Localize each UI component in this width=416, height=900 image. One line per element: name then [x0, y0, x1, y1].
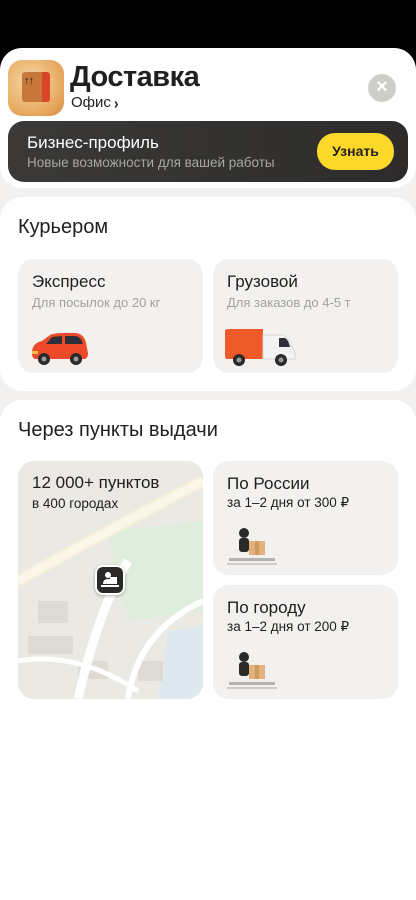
van-icon — [225, 329, 296, 366]
courier-section: Курьером Экспресс Для посылок до 20 кг Г… — [0, 197, 416, 391]
section-title-courier: Курьером — [18, 216, 109, 238]
page-title: Доставка — [70, 61, 200, 93]
option-title: По городу — [227, 598, 306, 617]
pickup-map-card[interactable]: 12 000+ пунктов в 400 городах — [18, 461, 203, 699]
option-title: Экспресс — [32, 272, 106, 291]
location-selector[interactable]: Офис › — [71, 93, 119, 112]
close-button[interactable]: × — [368, 74, 396, 102]
option-title: По России — [227, 474, 310, 493]
red-car-icon — [32, 333, 88, 365]
chevron-right-icon: › — [113, 93, 119, 112]
parcel-courier-icon — [227, 652, 277, 689]
banner-subtitle: Новые возможности для вашей работы — [27, 155, 275, 170]
option-subtitle: Для посылок до 20 кг — [32, 295, 161, 310]
delivery-sheet: ↑↑ Доставка Офис › × Бизнес-профиль Новы… — [0, 48, 416, 900]
section-title-pickup: Через пункты выдачи — [18, 419, 218, 441]
header-card: ↑↑ Доставка Офис › × Бизнес-профиль Новы… — [0, 48, 416, 188]
banner-title: Бизнес-профиль — [27, 133, 159, 152]
russia-delivery-card[interactable]: По России за 1–2 дня от 300 ₽ — [213, 461, 398, 575]
delivery-box-icon: ↑↑ — [8, 60, 64, 116]
business-profile-banner[interactable]: Бизнес-профиль Новые возможности для ваш… — [8, 121, 408, 182]
option-subtitle: за 1–2 дня от 300 ₽ — [227, 495, 350, 510]
express-option-card[interactable]: Экспресс Для посылок до 20 кг — [18, 259, 203, 373]
location-label: Офис — [71, 94, 111, 111]
option-subtitle: за 1–2 дня от 200 ₽ — [227, 619, 350, 634]
pickup-section: Через пункты выдачи 12 000+ пунктов в 40… — [0, 400, 416, 900]
cargo-option-card[interactable]: Грузовой Для заказов до 4-5 т — [213, 259, 398, 373]
learn-more-button[interactable]: Узнать — [317, 133, 394, 170]
option-subtitle: Для заказов до 4-5 т — [227, 295, 351, 310]
map-card-title: 12 000+ пунктов — [32, 473, 160, 492]
option-title: Грузовой — [227, 272, 298, 291]
parcel-courier-icon — [227, 528, 277, 565]
map-card-subtitle: в 400 городах — [32, 496, 119, 511]
city-delivery-card[interactable]: По городу за 1–2 дня от 200 ₽ — [213, 585, 398, 699]
pickup-point-pin-icon — [95, 565, 125, 595]
